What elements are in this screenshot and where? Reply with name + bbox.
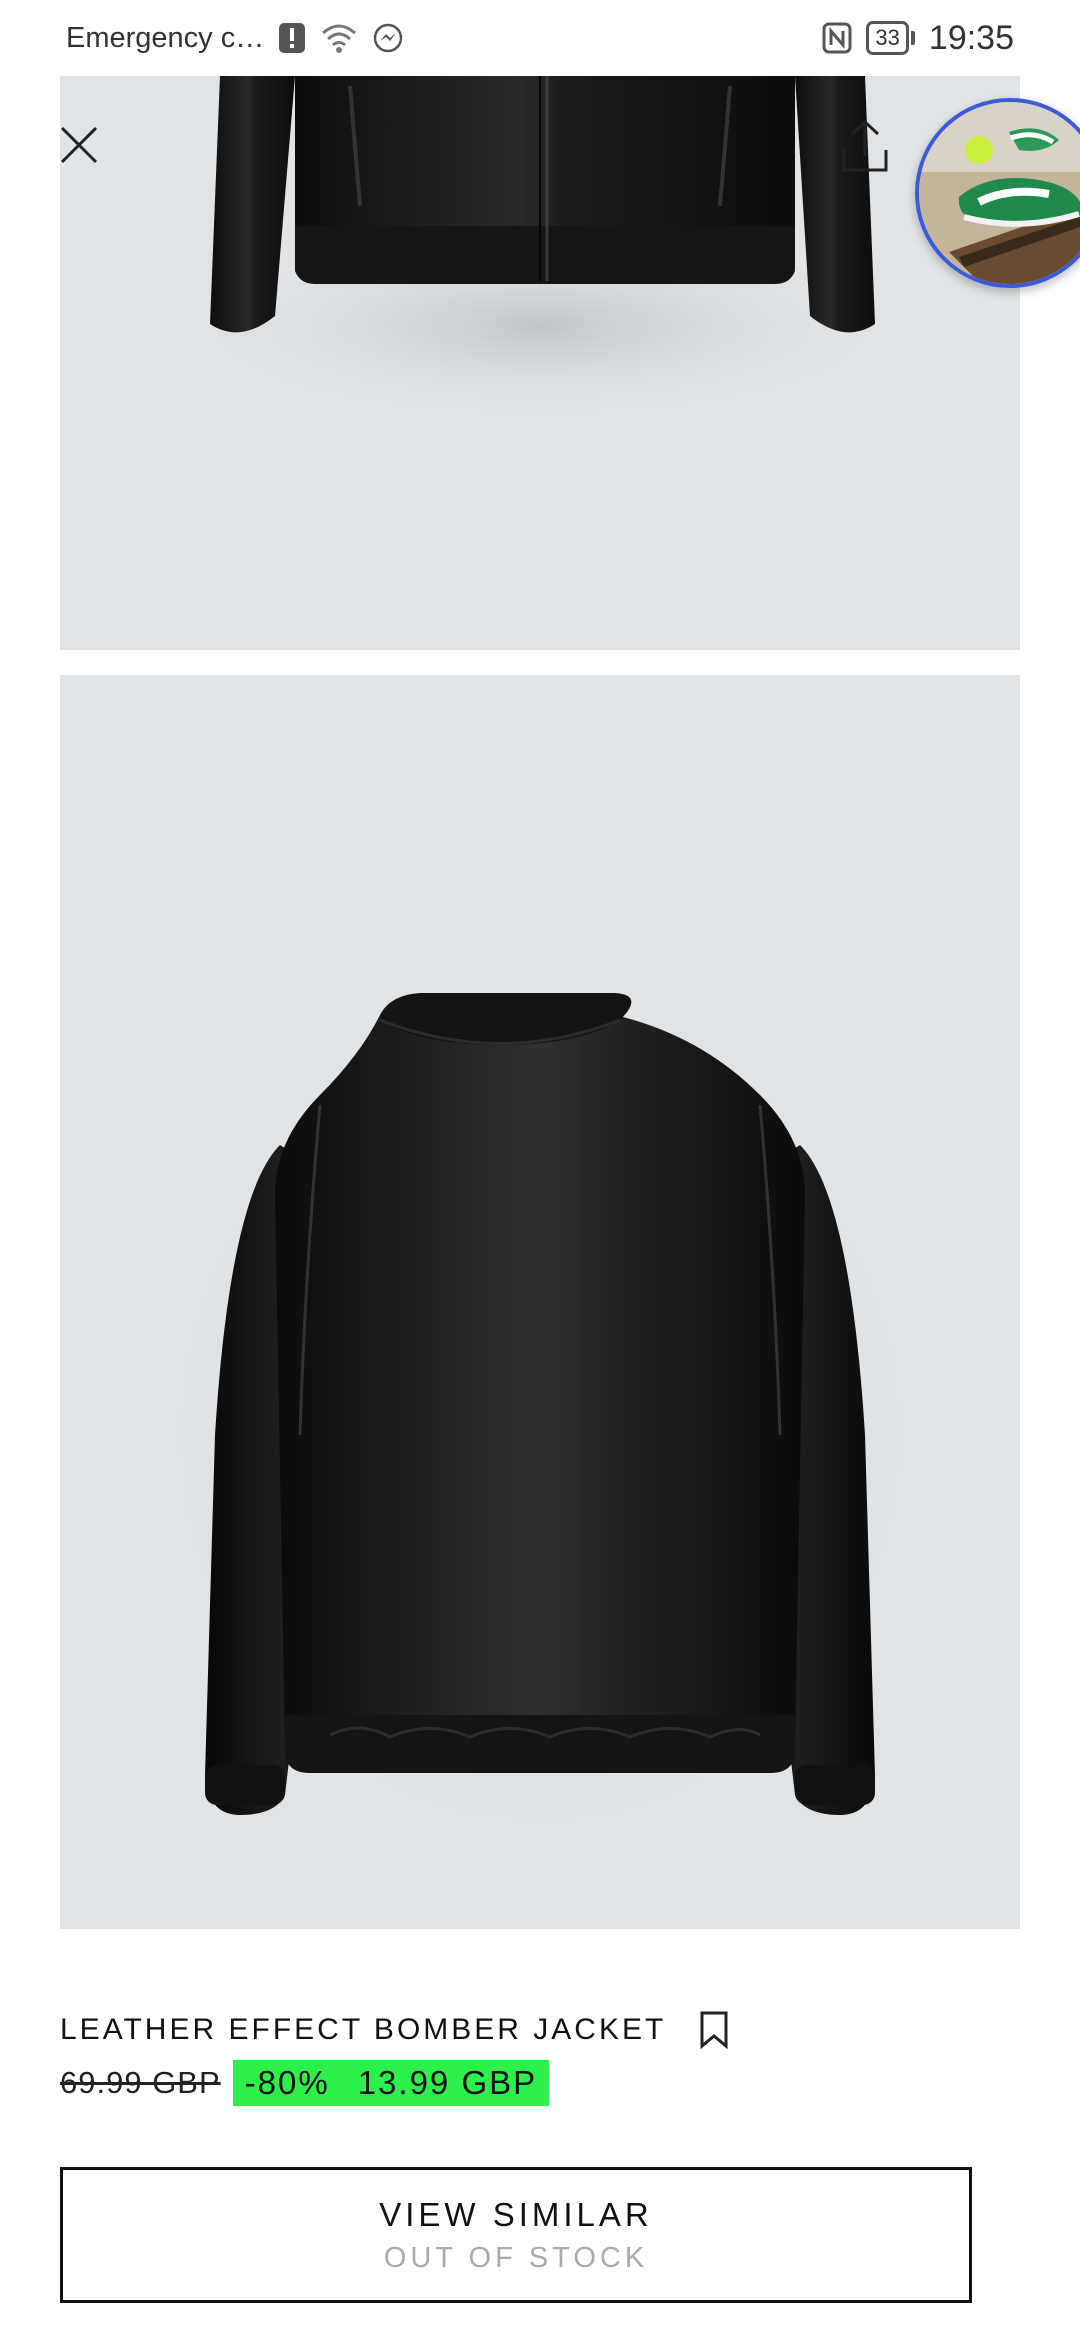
share-icon <box>842 119 888 172</box>
discount-percent: -80% <box>244 2064 330 2101</box>
out-of-stock-label: OUT OF STOCK <box>383 2241 649 2274</box>
battery-tip <box>910 31 915 45</box>
title-row: LEATHER EFFECT BOMBER JACKET <box>60 2010 1020 2050</box>
status-time: 19:35 <box>928 18 1014 57</box>
product-info: LEATHER EFFECT BOMBER JACKET 69.99 GBP -… <box>60 2010 1020 2106</box>
bookmark-icon <box>700 2011 728 2050</box>
jacket-back-image <box>120 985 960 1885</box>
status-bar: Emergency c… 33 19:35 <box>0 0 1080 76</box>
bookmark-button[interactable] <box>698 2010 730 2050</box>
sale-badge: -80% 13.99 GBP <box>232 2060 550 2106</box>
view-similar-label: VIEW SIMILAR <box>379 2195 653 2233</box>
alert-icon <box>278 22 306 54</box>
view-similar-button[interactable]: VIEW SIMILAR OUT OF STOCK <box>60 2167 972 2303</box>
close-icon <box>60 126 98 164</box>
share-button[interactable] <box>840 118 890 174</box>
messenger-icon <box>372 22 404 54</box>
product-image-back[interactable] <box>60 675 1020 1929</box>
sneaker-thumbnail-image <box>919 102 1080 284</box>
product-title: LEATHER EFFECT BOMBER JACKET <box>60 2013 667 2046</box>
sale-price: 13.99 GBP <box>357 2064 538 2101</box>
original-price: 69.99 GBP <box>60 2065 221 2100</box>
battery-indicator: 33 <box>866 21 915 55</box>
nfc-icon <box>822 22 852 54</box>
wifi-icon <box>320 22 358 54</box>
price-row: 69.99 GBP -80% 13.99 GBP <box>60 2060 1020 2106</box>
close-button[interactable] <box>54 120 104 170</box>
battery-level: 33 <box>866 21 909 55</box>
status-left: Emergency c… <box>66 22 404 55</box>
status-right: 33 19:35 <box>822 19 1014 58</box>
status-emergency-text: Emergency c… <box>66 21 265 54</box>
